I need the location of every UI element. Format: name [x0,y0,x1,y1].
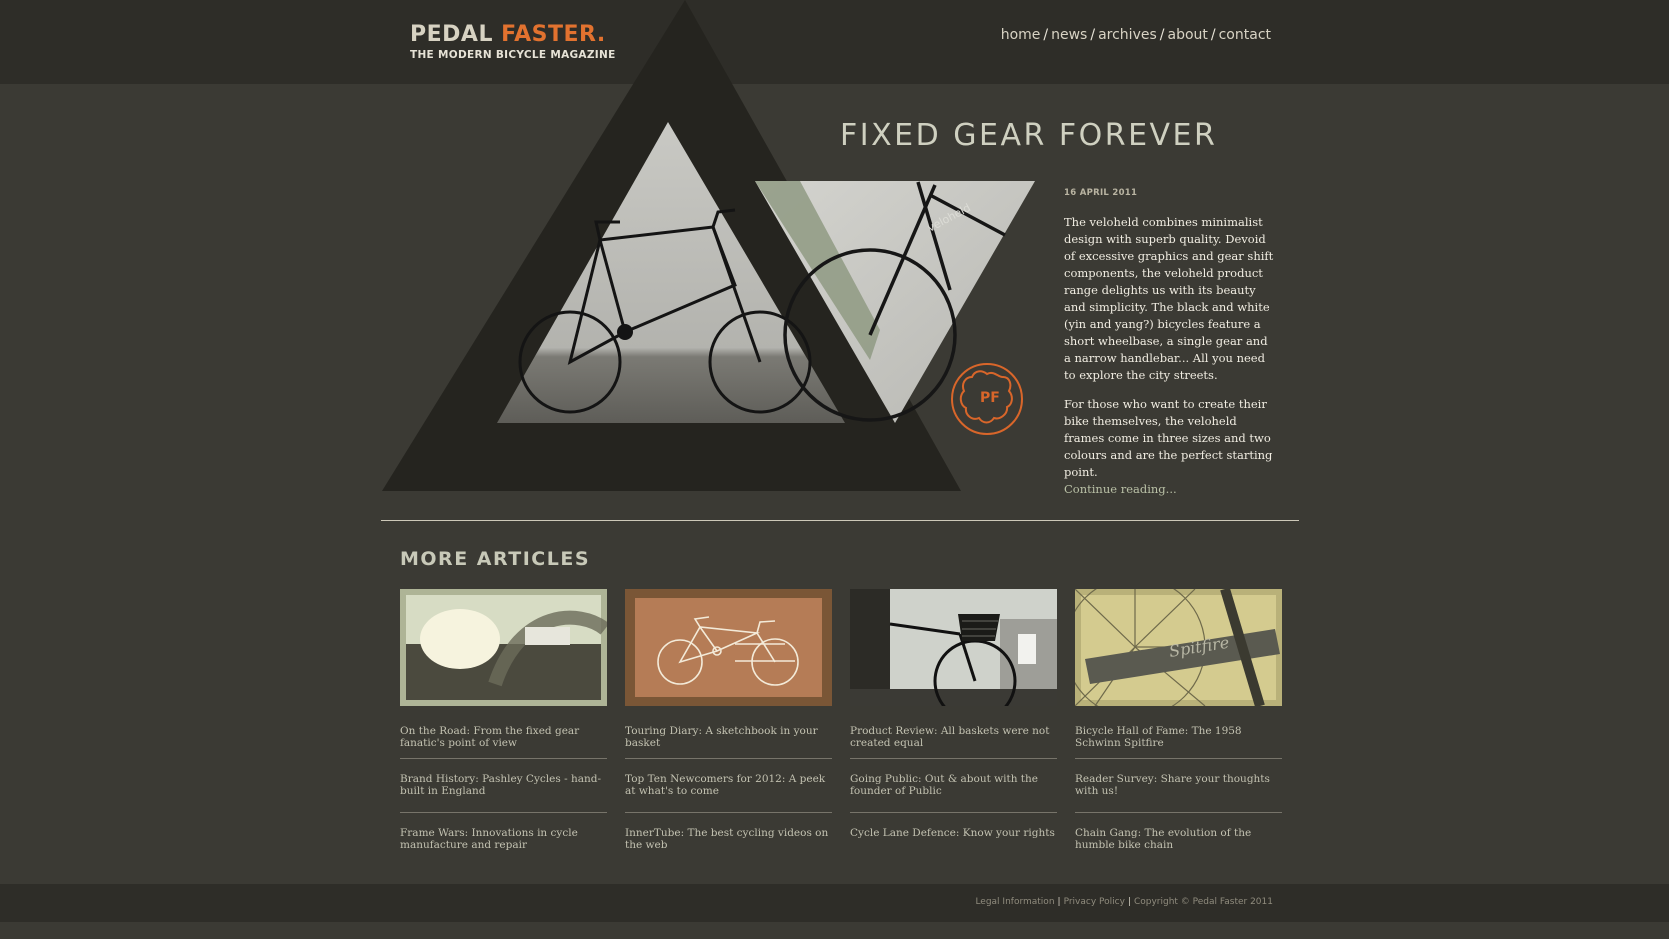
hero-title[interactable]: FIXED GEAR FOREVER [840,118,1217,153]
hero-body: The veloheld combines minimalist design … [1064,214,1276,498]
svg-text:PF: PF [980,390,1000,406]
article-link-list: Touring Diary: A sketchbook in your bask… [625,719,832,867]
schwinn-photo-thumbnail[interactable]: Spitfire [1075,589,1282,706]
article-column-1: On the Road: From the fixed gear fanatic… [400,589,607,867]
article-link-list: Bicycle Hall of Fame: The 1958 Schwinn S… [1075,719,1282,867]
article-link-list: On the Road: From the fixed gear fanatic… [400,719,607,867]
nav-contact[interactable]: contact [1219,27,1271,43]
nav-separator: / [1159,27,1165,43]
continue-reading-link[interactable]: Continue reading... [1064,481,1276,498]
hero-date: 16 APRIL 2011 [1064,188,1138,198]
nav-separator: / [1210,27,1216,43]
more-articles-heading: MORE ARTICLES [400,548,591,570]
article-link[interactable]: Chain Gang: The evolution of the humble … [1075,813,1282,867]
article-link[interactable]: Product Review: All baskets were not cre… [850,719,1057,759]
article-link[interactable]: Reader Survey: Share your thoughts with … [1075,759,1282,813]
article-link[interactable]: InnerTube: The best cycling videos on th… [625,813,832,867]
nav-home[interactable]: home [1001,27,1041,43]
hero-paragraph-2: For those who want to create their bike … [1064,397,1273,479]
article-link[interactable]: Brand History: Pashley Cycles - hand-bui… [400,759,607,813]
nav-news[interactable]: news [1051,27,1087,43]
article-link[interactable]: Bicycle Hall of Fame: The 1958 Schwinn S… [1075,719,1282,759]
article-column-2: Touring Diary: A sketchbook in your bask… [625,589,832,867]
article-link[interactable]: Touring Diary: A sketchbook in your bask… [625,719,832,759]
site-tagline: THE MODERN BICYCLE MAGAZINE [410,49,616,61]
logo-word-pedal: PEDAL [410,22,493,47]
footer-bar [0,884,1669,922]
article-column-4: Spitfire Bicycle Hall of Fame: The 1958 … [1075,589,1282,867]
hero-paragraph-1: The veloheld combines minimalist design … [1064,215,1274,382]
road-photo-thumbnail[interactable] [400,589,607,706]
article-link[interactable]: Going Public: Out & about with the found… [850,759,1057,813]
article-link[interactable]: On the Road: From the fixed gear fanatic… [400,719,607,759]
footer-separator: | [1127,897,1131,907]
article-column-3: Product Review: All baskets were not cre… [850,589,1057,867]
footer-separator: | [1057,897,1061,907]
hero-artwork: veloheld PF [382,0,1035,491]
basket-photo-thumbnail[interactable] [850,589,1057,706]
bicycle-sketch-thumbnail[interactable] [625,589,832,706]
legal-information-link[interactable]: Legal Information [975,897,1054,907]
nav-about[interactable]: about [1167,27,1207,43]
section-divider [381,520,1299,521]
logo-word-faster: FASTER. [501,22,606,47]
bottom-strip [0,922,1669,939]
privacy-policy-link[interactable]: Privacy Policy [1064,897,1125,907]
article-link[interactable]: Frame Wars: Innovations in cycle manufac… [400,813,607,867]
article-link-list: Product Review: All baskets were not cre… [850,719,1057,867]
article-link[interactable]: Top Ten Newcomers for 2012: A peek at wh… [625,759,832,813]
main-nav: home / news / archives / about / contact [1001,27,1271,43]
nav-archives[interactable]: archives [1098,27,1157,43]
nav-separator: / [1090,27,1096,43]
site-logo[interactable]: PEDAL FASTER. THE MODERN BICYCLE MAGAZIN… [410,22,616,61]
copyright-text: Copyright © Pedal Faster 2011 [1133,897,1273,907]
footer-links: Legal Information | Privacy Policy | Copyrig… [975,897,1273,907]
article-link[interactable]: Cycle Lane Defence: Know your rights [850,813,1057,867]
logo-wordmark: PEDAL FASTER. [410,22,616,48]
pf-badge: PF [951,363,1023,435]
nav-separator: / [1043,27,1049,43]
